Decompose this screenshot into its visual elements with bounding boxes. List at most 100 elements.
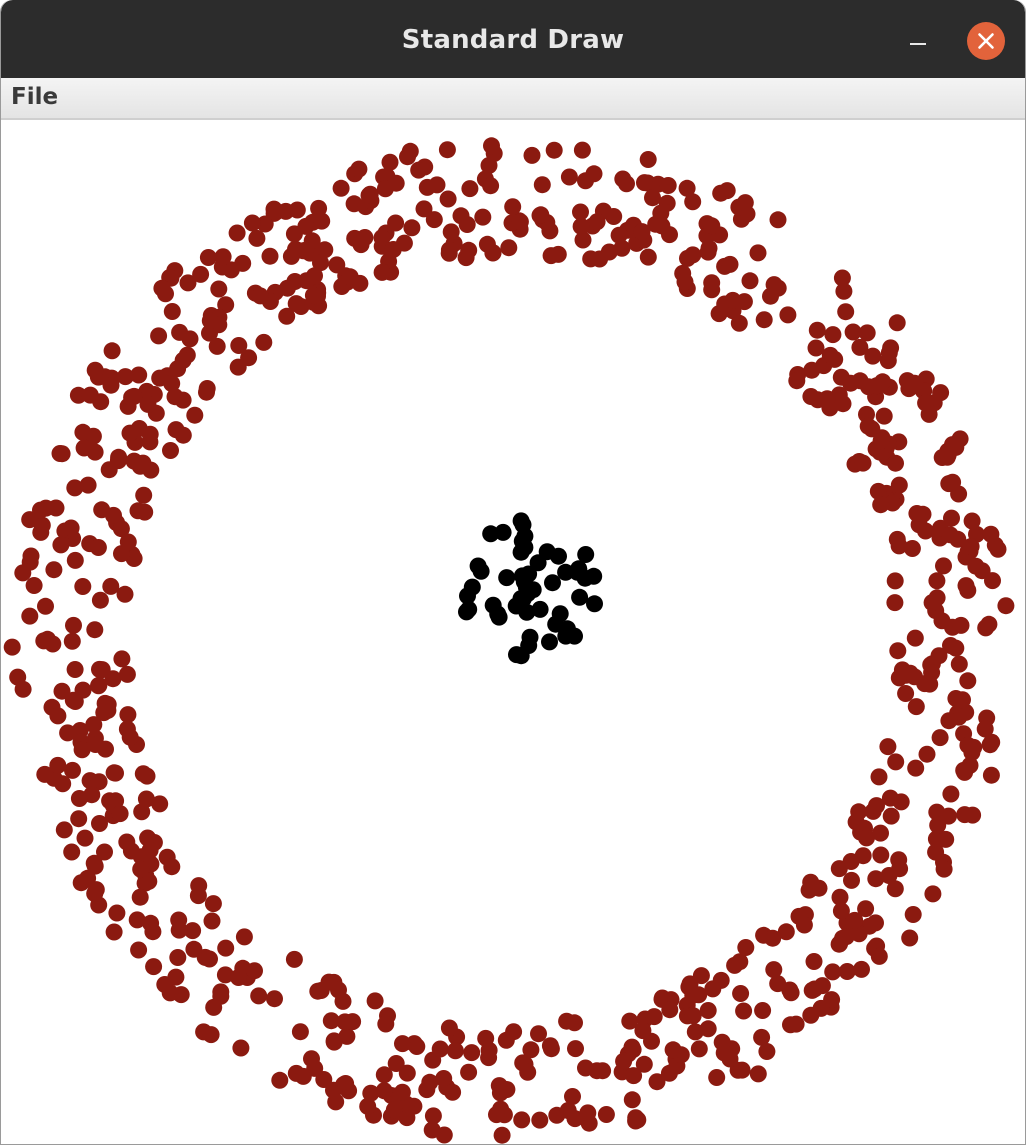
ring-point: [64, 761, 81, 779]
ring-point: [266, 990, 283, 1008]
ring-point: [782, 1016, 799, 1034]
center-point: [568, 563, 586, 581]
center-point: [460, 600, 478, 618]
center-point: [498, 569, 516, 587]
ring-point: [375, 1066, 393, 1084]
ring-point: [170, 921, 188, 939]
ring-point: [250, 987, 268, 1005]
ring-point: [131, 888, 149, 906]
ring-point: [904, 906, 922, 923]
ring-point: [440, 1019, 458, 1037]
ring-point: [202, 1026, 220, 1044]
ring-point: [952, 616, 970, 634]
ring-point: [676, 273, 694, 291]
ring-point: [474, 208, 492, 226]
ring-point: [830, 935, 848, 953]
center-point: [551, 605, 569, 623]
ring-points: [3, 137, 1015, 1144]
ring-point: [116, 585, 134, 603]
ring-point: [803, 981, 821, 999]
ring-point: [118, 833, 136, 851]
minimize-button[interactable]: [901, 22, 935, 56]
ring-point: [174, 391, 192, 409]
ring-point: [246, 962, 263, 980]
ring-point: [153, 279, 171, 297]
ring-point: [928, 572, 946, 590]
title-bar[interactable]: Standard Draw: [1, 0, 1025, 78]
ring-point: [130, 941, 148, 959]
ring-point: [504, 198, 522, 216]
ring-point: [940, 807, 957, 825]
ring-point: [594, 1062, 612, 1080]
ring-point: [255, 333, 273, 351]
ring-point: [55, 821, 73, 839]
menu-file[interactable]: File: [11, 78, 58, 118]
close-button[interactable]: [967, 22, 1005, 60]
ring-point: [627, 1109, 645, 1127]
ring-point: [278, 279, 296, 297]
ring-point: [91, 591, 109, 609]
ring-point: [886, 594, 904, 612]
ring-point: [25, 577, 43, 594]
ring-point: [163, 303, 181, 320]
ring-point: [718, 182, 736, 200]
ring-point: [560, 168, 578, 186]
ring-point: [634, 1022, 652, 1040]
ring-point: [214, 248, 232, 266]
ring-point: [724, 291, 742, 309]
ring-point: [337, 1075, 355, 1092]
ring-point: [805, 953, 823, 970]
ring-point: [577, 1059, 594, 1077]
ring-point: [463, 1044, 481, 1062]
ring-point: [737, 939, 755, 956]
ring-point: [983, 733, 1001, 751]
ring-point: [132, 860, 150, 878]
ring-point: [446, 1042, 464, 1060]
ring-point: [107, 764, 124, 782]
ring-point: [850, 803, 868, 821]
ring-point: [86, 885, 104, 903]
ring-point: [134, 454, 152, 472]
ring-point: [438, 141, 456, 159]
ring-point: [939, 446, 957, 464]
ring-point: [872, 432, 890, 450]
ring-point: [935, 557, 952, 575]
ring-point: [186, 406, 204, 424]
ring-point: [163, 375, 181, 392]
ring-point: [483, 137, 500, 155]
ring-point: [304, 287, 322, 304]
ring-point: [425, 211, 443, 229]
ring-point: [699, 243, 717, 261]
ring-point: [690, 986, 708, 1004]
ring-point: [235, 928, 253, 946]
ring-point: [703, 274, 721, 292]
ring-point: [205, 998, 223, 1016]
ring-point: [931, 729, 949, 747]
ring-point: [210, 280, 228, 298]
center-point: [463, 578, 481, 596]
ring-point: [129, 502, 147, 520]
ring-point: [90, 677, 107, 695]
ring-point: [824, 963, 842, 981]
ring-point: [605, 208, 623, 225]
ring-point: [699, 1002, 717, 1019]
ring-point: [872, 496, 890, 514]
ring-point: [95, 704, 113, 722]
ring-point: [14, 680, 32, 698]
ring-point: [982, 766, 1000, 784]
ring-point: [661, 1001, 679, 1019]
ring-point: [842, 853, 860, 870]
ring-point: [74, 578, 92, 595]
ring-point: [907, 698, 925, 716]
ring-point: [788, 372, 806, 390]
ring-point: [63, 843, 81, 861]
ring-point: [947, 639, 965, 657]
ring-point: [923, 594, 941, 612]
ring-point: [962, 538, 980, 555]
center-point: [472, 562, 490, 580]
ring-point: [261, 247, 279, 265]
ring-point: [439, 190, 457, 208]
ring-point: [708, 1069, 726, 1086]
ring-point: [243, 214, 261, 232]
ring-point: [903, 540, 921, 557]
